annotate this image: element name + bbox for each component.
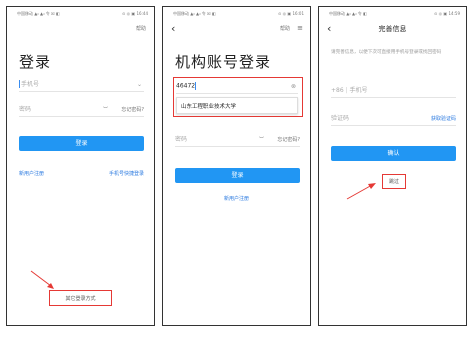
status-bar: 中国移动 ▲ᵢₗ ▲ᵢₗ 令 ◧ ⊙ ◎ ▣ 14:59 [319,10,466,18]
help-link[interactable]: 帮助 [280,25,290,32]
code-placeholder: 验证码 [331,115,350,122]
status-carrier: 中国移动 ▲ᵢₗ ▲ᵢₗ 令 ◧ [329,11,367,16]
register-link[interactable]: 新用户注册 [163,195,310,202]
country-code[interactable]: +86 [331,87,344,94]
help-link[interactable]: 帮助 [136,25,146,32]
red-arrow-icon [346,183,376,200]
login-button[interactable]: 登录 [19,136,144,151]
status-carrier: 中国移动 ▲ᵢₗ ▲ᵢₗ 令 ☒ ◧ [17,11,60,16]
chevron-down-icon[interactable]: ⌄ [137,81,142,88]
account-field[interactable]: 46472 ⊗ [176,79,298,94]
red-arrow-icon [30,270,54,289]
confirm-button[interactable]: 确认 [331,146,456,161]
account-value: 46472 [176,82,196,90]
password-placeholder: 密码 [175,136,188,143]
complete-info-screen: 中国移动 ▲ᵢₗ ▲ᵢₗ 令 ◧ ⊙ ◎ ▣ 14:59 ‹ 完善信息 请完善信… [318,6,467,326]
page-title: 登录 [19,53,52,71]
other-login-link[interactable]: 其它登录方式 [49,295,112,302]
info-text: 请完善信息，以便下次可直接用手机号登录或找回密码 [331,50,442,55]
menu-icon[interactable]: ≡ [297,24,303,32]
login-screen: 中国移动 ▲ᵢₗ ▲ᵢₗ 令 ☒ ◧ ⊙ ◎ ▣ 16:44 帮助 登录 手机号… [6,6,155,326]
page-title: 机构账号登录 [175,53,272,71]
eye-hidden-icon[interactable]: ︶ [103,106,108,113]
phone-placeholder: 手机号 [349,87,368,94]
page-title: 完善信息 [378,25,407,33]
password-placeholder: 密码 [19,106,32,113]
skip-button[interactable]: 跳过 [382,178,406,185]
phone-field[interactable]: +86 | 手机号 [331,83,456,98]
status-bar: 中国移动 ▲ᵢₗ ▲ᵢₗ 令 ☒ ◧ ⊙ ◎ ▣ 16:44 [7,10,154,18]
eye-hidden-icon[interactable]: ︶ [259,136,264,143]
quick-login-link[interactable]: 手机号快捷登录 [109,170,144,177]
phone-field[interactable]: 手机号 ⌄ [19,77,144,92]
status-time: ⊙ ◎ ▣ 16:44 [122,11,148,16]
login-button[interactable]: 登录 [175,168,300,183]
phone-placeholder: 手机号 [21,80,40,88]
status-carrier: 中国移动 ▲ᵢₗ ▲ᵢₗ 令 ☒ ◧ [173,11,216,16]
forgot-password-link[interactable]: 忘记密码? [277,136,300,143]
text-caret [19,80,20,88]
password-field[interactable]: 密码 ︶ 忘记密码? [175,132,300,147]
text-caret [195,82,197,90]
suggestion-item[interactable]: 山东工程职业技术大学 [181,102,236,110]
status-bar: 中国移动 ▲ᵢₗ ▲ᵢₗ 令 ☒ ◧ ⊙ ◎ ▣ 16:01 [163,10,310,18]
top-bar: ‹ 完善信息 [319,21,466,37]
code-field[interactable]: 验证码 获取验证码 [331,111,456,126]
forgot-password-link[interactable]: 忘记密码? [121,106,144,113]
get-code-link[interactable]: 获取验证码 [431,115,456,122]
password-field[interactable]: 密码 ︶ 忘记密码? [19,102,144,117]
top-bar: ‹ 帮助 ≡ [163,21,310,37]
register-link[interactable]: 新用户注册 [19,170,44,177]
suggestion-dropdown: 山东工程职业技术大学 [176,97,298,114]
status-time: ⊙ ◎ ▣ 14:59 [434,11,460,16]
status-time: ⊙ ◎ ▣ 16:01 [278,11,304,16]
institution-login-screen: 中国移动 ▲ᵢₗ ▲ᵢₗ 令 ☒ ◧ ⊙ ◎ ▣ 16:01 ‹ 帮助 ≡ 机构… [162,6,311,326]
clear-icon[interactable]: ⊗ [291,83,296,90]
top-bar: 帮助 [7,21,154,37]
back-arrow-icon[interactable]: ‹ [171,21,175,37]
